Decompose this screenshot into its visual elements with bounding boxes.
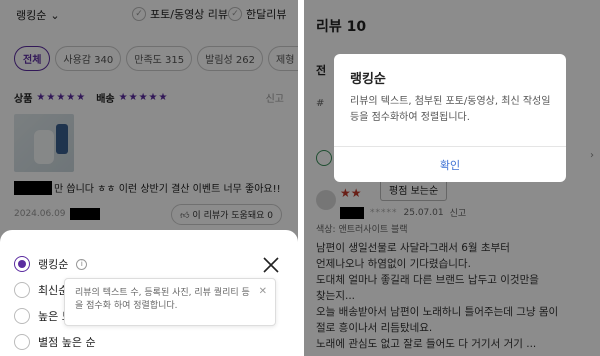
ranking-tooltip: 리뷰의 텍스트 수, 등록된 사진, 리뷰 퀄리티 등을 점수화 하여 정렬합니… bbox=[64, 278, 276, 326]
dialog-title: 랭킹순 bbox=[350, 72, 386, 87]
option-label: 랭킹순 bbox=[38, 258, 69, 271]
dialog-message: 리뷰의 텍스트, 첨부된 포토/동영상, 최신 작성일 등을 점수화하여 정렬됩… bbox=[350, 96, 551, 123]
left-screenshot: 랭킹순 ⌄ ✓ 포토/동영상 리뷰 ✓ 한달리뷰 전체 사용감 340 만족도 … bbox=[0, 0, 298, 356]
ranking-info-dialog: 랭킹순 리뷰의 텍스트, 첨부된 포토/동영상, 최신 작성일 등을 점수화하여… bbox=[334, 54, 566, 182]
sort-option-ranking[interactable]: 랭킹순 i bbox=[14, 256, 88, 272]
info-icon[interactable]: i bbox=[76, 258, 88, 270]
sort-option-rating[interactable]: 별점 높은 순 bbox=[14, 334, 96, 350]
option-label: 별점 높은 순 bbox=[38, 336, 96, 349]
close-icon[interactable]: ✕ bbox=[259, 285, 267, 300]
radio bbox=[14, 308, 30, 324]
sort-bottom-sheet: 랭킹순 i 최신순 높은 도 별점 높은 순 리뷰의 텍스트 수, 등록된 사진… bbox=[0, 230, 298, 356]
sort-option-latest[interactable]: 최신순 bbox=[14, 282, 68, 298]
radio bbox=[14, 282, 30, 298]
confirm-button[interactable]: 확인 bbox=[334, 147, 566, 182]
close-icon[interactable] bbox=[262, 256, 280, 274]
radio bbox=[14, 334, 30, 350]
tooltip-text: 리뷰의 텍스트 수, 등록된 사진, 리뷰 퀄리티 등을 점수화 하여 정렬합니… bbox=[75, 288, 250, 312]
radio-selected bbox=[14, 256, 30, 272]
right-screenshot: 리뷰 10 전 # › ★★ 평점 보는순 ***** 25.07.01 신고 … bbox=[304, 0, 600, 356]
